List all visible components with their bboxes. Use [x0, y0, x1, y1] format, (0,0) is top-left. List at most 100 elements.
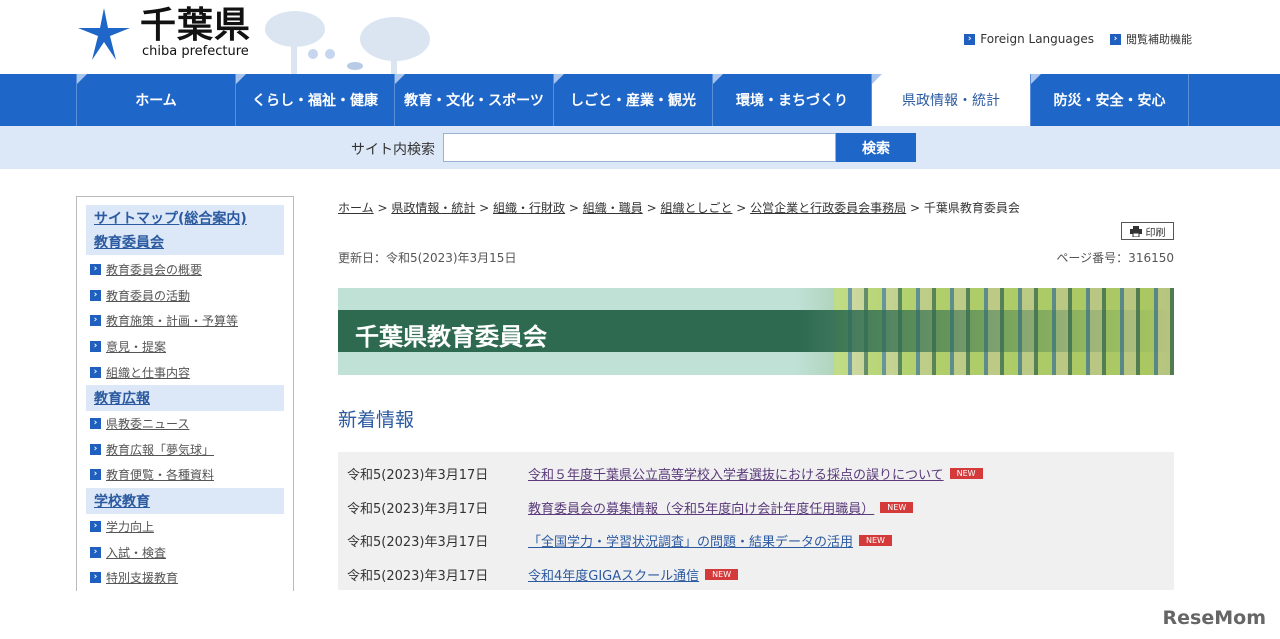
- news-item: 令和5(2023)年3月17日 教育委員会の募集情報（令和5年度向け会計年度任用職…: [347, 491, 1165, 525]
- chevron-right-icon: ›: [90, 315, 101, 327]
- chevron-right-icon: ›: [90, 572, 101, 584]
- sidebar-item[interactable]: › 特別支援教育: [86, 565, 284, 591]
- news-item: 令和5(2023)年3月17日 「全国学力・学習状況調査」の問題・結果データの活用…: [347, 524, 1165, 558]
- page-number: ページ番号：316150: [1056, 251, 1174, 265]
- breadcrumb-link[interactable]: 県政情報・統計: [391, 201, 475, 215]
- news-item: 令和5(2023)年3月17日 令和4年度GIGAスクール通信 NEW: [347, 558, 1165, 592]
- chiba-emblem-icon: [78, 8, 130, 60]
- chevron-right-icon: ›: [1110, 33, 1121, 45]
- sidebar-heading-school[interactable]: 学校教育: [86, 487, 284, 514]
- chevron-right-icon: ›: [90, 443, 101, 455]
- chevron-right-icon: ›: [90, 366, 101, 378]
- news-date: 令和5(2023)年3月17日: [347, 535, 489, 551]
- chevron-right-icon: ›: [90, 289, 101, 301]
- sidebar-link[interactable]: 教育施策・計画・予算等: [106, 312, 238, 329]
- global-nav: ホーム くらし・福祉・健康 教育・文化・スポーツ しごと・産業・観光 環境・まち…: [0, 74, 1280, 126]
- sidebar-item[interactable]: › 教育広報「夢気球」: [86, 437, 284, 463]
- logo-subtitle: chiba prefecture: [142, 44, 249, 59]
- nav-work-industry[interactable]: しごと・産業・観光: [553, 74, 712, 126]
- watermark: ReseMom: [1162, 607, 1266, 629]
- chevron-right-icon: ›: [964, 33, 976, 45]
- news-list: 令和5(2023)年3月17日 令和５年度千葉県公立高等学校入学者選抜における採点…: [338, 452, 1174, 590]
- sidebar-link[interactable]: 県教委ニュース: [106, 415, 189, 432]
- banner-title: 千葉県教育委員会: [355, 323, 547, 351]
- printer-icon: [1129, 225, 1142, 237]
- sidebar-heading-pr[interactable]: 教育広報: [86, 384, 284, 411]
- sidebar: サイトマップ(総合案内) 教育委員会 › 教育委員会の概要 › 教育委員の活動 › 教…: [76, 196, 294, 591]
- sidebar-heading-sitemap[interactable]: サイトマップ(総合案内): [86, 205, 284, 228]
- sidebar-item[interactable]: › 教育施策・計画・予算等: [86, 308, 284, 334]
- news-link[interactable]: 令和５年度千葉県公立高等学校入学者選抜における採点の誤りについて: [528, 464, 944, 483]
- sidebar-item[interactable]: › 意見・提案: [86, 334, 284, 360]
- breadcrumb-link[interactable]: 組織としごと: [660, 201, 732, 215]
- chevron-right-icon: ›: [90, 469, 101, 481]
- page-banner: 千葉県教育委員会: [338, 288, 1174, 375]
- sidebar-link[interactable]: 教育便覧・各種資料: [106, 466, 214, 483]
- breadcrumb-link[interactable]: 組織・行財政: [493, 201, 565, 215]
- breadcrumb-link[interactable]: ホーム: [338, 201, 374, 215]
- nav-home[interactable]: ホーム: [76, 74, 235, 126]
- sidebar-item[interactable]: › 組織と仕事内容: [86, 359, 284, 385]
- nav-prefectural-info[interactable]: 県政情報・統計: [871, 74, 1030, 126]
- board-link[interactable]: 教育委員会: [94, 235, 164, 251]
- header: 千葉県 chiba prefecture › Foreign Languages …: [0, 0, 1280, 74]
- chevron-right-icon: ›: [90, 341, 101, 353]
- print-button[interactable]: 印刷: [1121, 222, 1174, 240]
- sidebar-link[interactable]: 教育委員の活動: [106, 287, 190, 304]
- tree-decoration-icon: [265, 11, 430, 74]
- new-badge: NEW: [949, 468, 983, 480]
- search-button[interactable]: 検索: [836, 133, 916, 162]
- nav-education-culture[interactable]: 教育・文化・スポーツ: [394, 74, 553, 126]
- sidebar-item[interactable]: › 教育委員会の概要: [86, 257, 284, 283]
- chevron-right-icon: ›: [90, 418, 101, 430]
- nav-disaster-safety[interactable]: 防災・安全・安心: [1030, 74, 1189, 126]
- foreign-languages-link[interactable]: › Foreign Languages: [964, 31, 1094, 47]
- chevron-right-icon: ›: [90, 521, 101, 533]
- sidebar-item[interactable]: › 入試・検査: [86, 539, 284, 565]
- sidebar-link[interactable]: 特別支援教育: [106, 569, 178, 586]
- news-item: 令和5(2023)年3月17日 令和５年度千葉県公立高等学校入学者選抜における採点…: [347, 457, 1165, 491]
- news-date: 令和5(2023)年3月17日: [347, 501, 489, 517]
- sidebar-link[interactable]: 学力向上: [106, 518, 154, 535]
- new-badge: NEW: [880, 501, 914, 513]
- search-label: サイト内検索: [351, 142, 435, 158]
- link-label: Foreign Languages: [980, 32, 1094, 46]
- breadcrumb-link[interactable]: 公営企業と行政委員会事務局: [750, 201, 906, 215]
- sidebar-link[interactable]: 教育広報「夢気球」: [106, 441, 214, 458]
- news-link[interactable]: 令和4年度GIGAスクール通信: [528, 565, 699, 584]
- chevron-right-icon: ›: [90, 264, 101, 276]
- sidebar-item[interactable]: › 学力向上: [86, 514, 284, 540]
- breadcrumb-current: 千葉県教育委員会: [923, 201, 1020, 215]
- sidebar-link[interactable]: 入試・検査: [106, 544, 166, 561]
- accessibility-link[interactable]: › 閲覧補助機能: [1110, 31, 1192, 47]
- sidebar-heading-board[interactable]: 教育委員会: [86, 228, 284, 255]
- sidebar-item[interactable]: › 教育便覧・各種資料: [86, 462, 284, 488]
- nav-life-welfare[interactable]: くらし・福祉・健康: [235, 74, 394, 126]
- breadcrumb: ホーム > 県政情報・統計 > 組織・行財政 > 組織・職員 > 組織としごと …: [338, 201, 1020, 215]
- search-bar: サイト内検索 検索: [0, 126, 1280, 169]
- nav-environment[interactable]: 環境・まちづくり: [712, 74, 871, 126]
- updated-date: 更新日：令和5(2023)年3月15日: [338, 251, 517, 265]
- sitemap-link[interactable]: サイトマップ(総合案内): [94, 211, 247, 227]
- news-link[interactable]: 「全国学力・学習状況調査」の問題・結果データの活用: [528, 531, 853, 550]
- news-heading: 新着情報: [338, 409, 415, 431]
- chevron-right-icon: ›: [90, 546, 101, 558]
- sidebar-link[interactable]: 組織と仕事内容: [106, 364, 190, 381]
- news-date: 令和5(2023)年3月17日: [347, 468, 489, 484]
- site-logo[interactable]: 千葉県 chiba prefecture: [76, 6, 251, 62]
- search-input[interactable]: [443, 133, 836, 162]
- sidebar-item[interactable]: › 教育委員の活動: [86, 283, 284, 309]
- breadcrumb-link[interactable]: 組織・職員: [583, 201, 643, 215]
- logo-title: 千葉県: [140, 5, 252, 46]
- link-label: 閲覧補助機能: [1126, 33, 1192, 46]
- print-label: 印刷: [1145, 227, 1166, 239]
- sidebar-item[interactable]: › 県教委ニュース: [86, 411, 284, 437]
- sidebar-link[interactable]: 意見・提案: [106, 338, 166, 355]
- news-date: 令和5(2023)年3月17日: [347, 568, 489, 584]
- pr-link[interactable]: 教育広報: [94, 391, 150, 407]
- school-link[interactable]: 学校教育: [94, 494, 150, 510]
- new-badge: NEW: [859, 535, 892, 547]
- new-badge: NEW: [705, 568, 739, 580]
- sidebar-link[interactable]: 教育委員会の概要: [106, 261, 202, 278]
- news-link[interactable]: 教育委員会の募集情報（令和5年度向け会計年度任用職員）: [528, 498, 874, 517]
